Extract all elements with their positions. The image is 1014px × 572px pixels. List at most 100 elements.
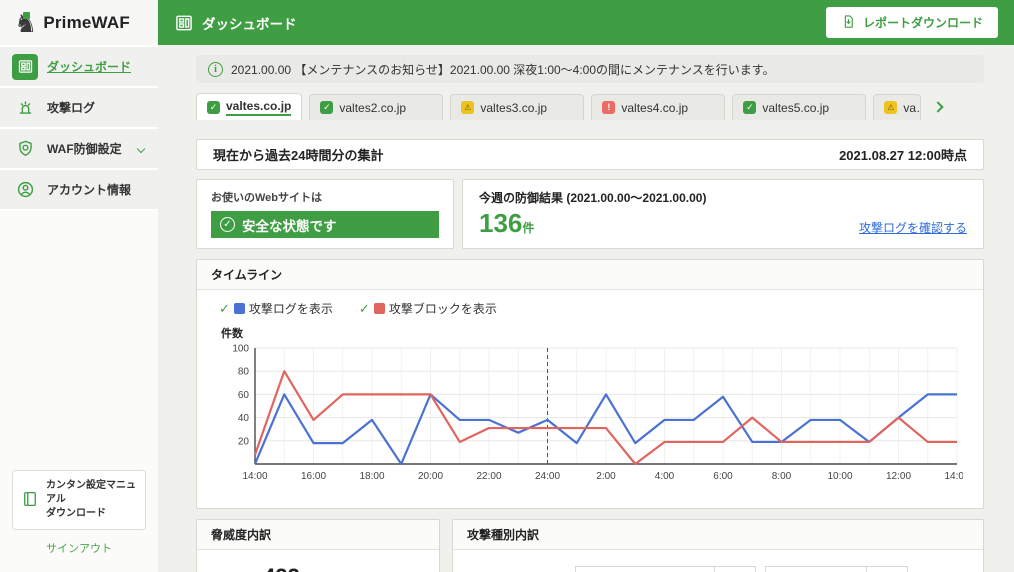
svg-text:6:00: 6:00: [713, 471, 733, 482]
attack-type-item: SQL 60件: [575, 566, 756, 572]
site-status-card: お使いのWebサイトは ✓ 安全な状態です: [196, 179, 454, 249]
sidebar-item-account[interactable]: アカウント情報: [0, 170, 158, 211]
knight-logo-icon: ♞: [14, 10, 37, 36]
attack-type-item: OSコマンド 19件: [765, 566, 908, 572]
sidebar-item-label: 攻撃ログ: [47, 99, 95, 116]
dashboard-icon: [12, 54, 38, 80]
threat-total: 脅威総数422件: [197, 550, 439, 572]
summary-card: 現在から過去24時間分の集計 2021.08.27 12:00時点: [196, 139, 984, 170]
account-icon: [12, 177, 38, 203]
svg-text:20: 20: [238, 436, 250, 447]
svg-text:40: 40: [238, 413, 250, 424]
app-root: ♞ PrimeWAF ダッシュボード レポートダウンロード: [0, 0, 1014, 572]
legend-toggle-attack-log[interactable]: ✓ 攻撃ログを表示: [219, 300, 333, 317]
topbar: ♞ PrimeWAF ダッシュボード レポートダウンロード: [0, 0, 1014, 45]
status-icon: ✓: [743, 101, 756, 114]
signout-link[interactable]: サインアウト: [0, 540, 158, 556]
threat-breakdown-card: 脅威度内訳 脅威総数422件: [196, 519, 440, 572]
tab-site-3[interactable]: ⚠valtes3.co.jp: [450, 94, 584, 120]
main-content: i 2021.00.00 【メンテナンスのお知らせ】2021.00.00 深夜1…: [158, 45, 1014, 572]
sidebar-item-dashboard[interactable]: ダッシュボード: [0, 47, 158, 88]
legend-swatch-blue: [234, 303, 245, 314]
tab-site-5[interactable]: ✓valtes5.co.jp: [732, 94, 866, 120]
dashboard-icon: [174, 13, 194, 33]
y-axis-label: 件数: [221, 325, 969, 341]
status-icon: !: [602, 101, 615, 114]
shield-icon: [12, 136, 38, 162]
sidebar-item-label: WAF防御設定: [47, 140, 122, 157]
svg-text:4:00: 4:00: [655, 471, 675, 482]
legend-label: 攻撃ログを表示: [249, 300, 333, 317]
tabs-scroll-right-button[interactable]: [928, 94, 948, 120]
status-icon: ✓: [207, 101, 220, 114]
brand-logo: ♞ PrimeWAF: [0, 0, 158, 45]
tab-site-2[interactable]: ✓valtes2.co.jp: [309, 94, 443, 120]
check-icon: ✓: [219, 301, 230, 317]
download-icon: [841, 14, 856, 32]
legend-toggle-attack-block[interactable]: ✓ 攻撃ブロックを表示: [359, 300, 497, 317]
attack-log-link[interactable]: 攻撃ログを確認する: [859, 219, 967, 236]
sidebar-item-attack-log[interactable]: 攻撃ログ: [0, 88, 158, 129]
legend-label: 攻撃ブロックを表示: [389, 300, 497, 317]
tab-site-6[interactable]: ⚠va…: [873, 94, 921, 120]
site-status-label: お使いのWebサイトは: [211, 189, 439, 205]
status-banner: ✓ 安全な状態です: [211, 211, 439, 238]
book-icon: [21, 490, 39, 511]
maintenance-notice: i 2021.00.00 【メンテナンスのお知らせ】2021.00.00 深夜1…: [196, 55, 984, 83]
summary-title: 現在から過去24時間分の集計: [213, 145, 383, 164]
status-icon: ✓: [320, 101, 333, 114]
timeline-title: タイムライン: [197, 260, 983, 290]
svg-text:10:00: 10:00: [827, 471, 852, 482]
tab-site-1[interactable]: ✓valtes.co.jp: [196, 93, 302, 120]
status-icon: ⚠: [884, 101, 897, 114]
manual-download-label: カンタン設定マニュアルダウンロード: [46, 479, 137, 521]
weekly-result-card: 今週の防御結果 (2021.00.00〜2021.00.00) 136件 攻撃ロ…: [462, 179, 984, 249]
sidebar: ダッシュボード 攻撃ログ WAF防御設定 アカウント情報: [0, 45, 158, 572]
svg-text:22:00: 22:00: [476, 471, 501, 482]
svg-text:100: 100: [232, 344, 249, 355]
status-banner-text: 安全な状態です: [242, 215, 337, 235]
chevron-down-icon: [137, 144, 145, 152]
topbar-main: ダッシュボード レポートダウンロード: [158, 0, 1014, 45]
svg-text:80: 80: [238, 367, 250, 378]
report-download-button[interactable]: レポートダウンロード: [826, 7, 998, 38]
svg-text:18:00: 18:00: [359, 471, 384, 482]
report-download-label: レポートダウンロード: [863, 14, 983, 31]
svg-text:2:00: 2:00: [596, 471, 616, 482]
summary-timestamp: 2021.08.27 12:00時点: [839, 145, 967, 164]
sidebar-item-waf-settings[interactable]: WAF防御設定: [0, 129, 158, 170]
page-title: ダッシュボード: [174, 13, 297, 33]
svg-text:8:00: 8:00: [772, 471, 792, 482]
svg-text:24:00: 24:00: [535, 471, 560, 482]
svg-text:14:00: 14:00: [944, 471, 963, 482]
manual-download-button[interactable]: カンタン設定マニュアルダウンロード: [12, 470, 146, 530]
svg-text:20:00: 20:00: [418, 471, 443, 482]
legend-swatch-red: [374, 303, 385, 314]
sidebar-item-label: アカウント情報: [47, 181, 131, 198]
attack-type-breakdown-card: 攻撃種別内訳 SQL 60件 OSコマンド 19件: [452, 519, 984, 572]
brand-name: PrimeWAF: [43, 13, 130, 33]
timeline-chart: 20 40 60 80 100 14:00 16:00 18:00 20:00 22:00 24:0…: [219, 343, 963, 489]
tab-site-4[interactable]: !valtes4.co.jp: [591, 94, 725, 120]
weekly-title: 今週の防御結果 (2021.00.00〜2021.00.00): [479, 189, 967, 206]
threat-title: 脅威度内訳: [197, 520, 439, 550]
attack-type-count: 60件: [714, 567, 755, 572]
timeline-card: タイムライン ✓ 攻撃ログを表示 ✓ 攻撃ブロックを表示: [196, 259, 984, 509]
info-icon: i: [208, 62, 223, 77]
page-title-text: ダッシュボード: [202, 13, 297, 33]
attack-types-title: 攻撃種別内訳: [453, 520, 983, 550]
siren-icon: [12, 95, 38, 121]
site-tabs: ✓valtes.co.jp ✓valtes2.co.jp ⚠valtes3.co…: [196, 93, 984, 120]
svg-text:12:00: 12:00: [886, 471, 911, 482]
check-icon: ✓: [359, 301, 370, 317]
chevron-right-icon: [933, 101, 944, 112]
sidebar-item-label: ダッシュボード: [47, 58, 131, 75]
timeline-legend: ✓ 攻撃ログを表示 ✓ 攻撃ブロックを表示: [219, 300, 969, 317]
svg-text:60: 60: [238, 390, 250, 401]
svg-text:14:00: 14:00: [242, 471, 267, 482]
svg-text:16:00: 16:00: [301, 471, 326, 482]
check-circle-icon: ✓: [220, 217, 235, 232]
notice-text: 2021.00.00 【メンテナンスのお知らせ】2021.00.00 深夜1:0…: [231, 61, 775, 78]
attack-type-count: 19件: [866, 567, 907, 572]
status-icon: ⚠: [461, 101, 474, 114]
